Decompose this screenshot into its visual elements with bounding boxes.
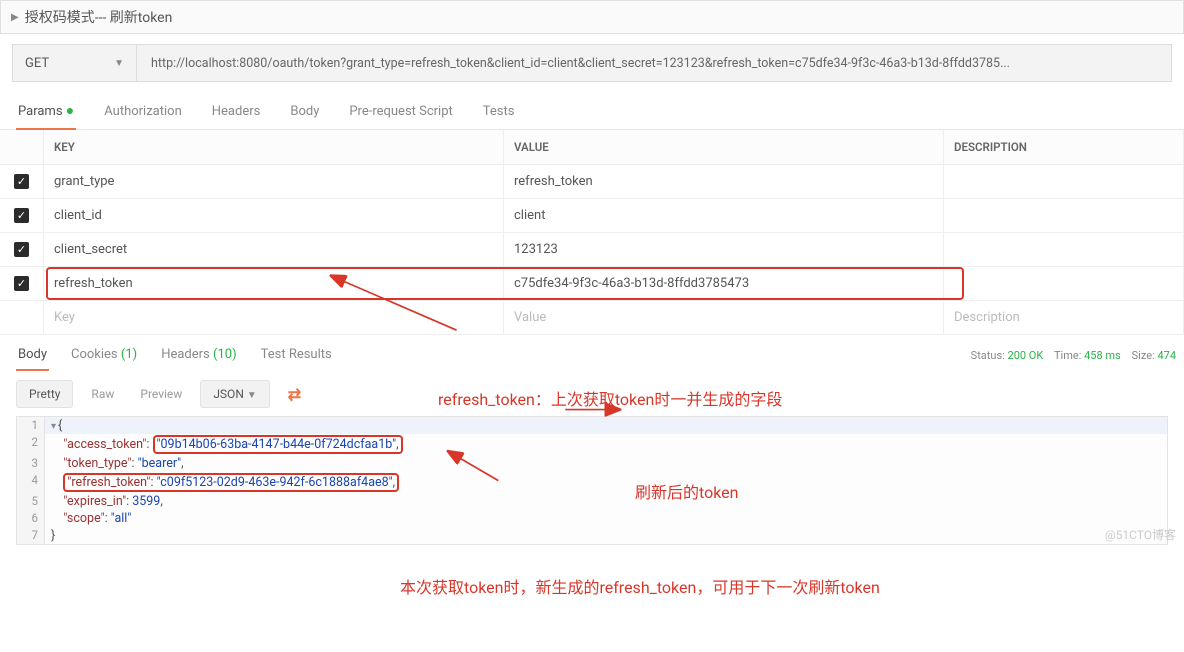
param-desc[interactable] [944,199,1184,232]
param-checkbox[interactable]: ✓ [14,208,29,223]
request-title: 授权码模式--- 刷新token [25,7,173,27]
col-key: KEY [44,130,504,164]
param-key[interactable]: grant_type [44,165,504,198]
response-tabs: Body Cookies (1) Headers (10) Test Resul… [16,341,334,370]
tab-tests[interactable]: Tests [481,96,517,129]
params-header-row: KEY VALUE DESCRIPTION [0,130,1184,165]
col-value: VALUE [504,130,944,164]
request-tabs: Params ● Authorization Headers Body Pre-… [0,96,1184,130]
status-text: Status: 200 OK Time: 458 ms Size: 474 [971,349,1176,362]
wrap-lines-icon[interactable]: ⇄ [280,381,309,408]
param-row[interactable]: ✓ client_idclient [0,199,1184,233]
tab-prerequest[interactable]: Pre-request Script [347,96,454,129]
watermark: @51CTO博客 [1105,526,1176,543]
param-row[interactable]: ✓ client_secret123123 [0,233,1184,267]
url-text: http://localhost:8080/oauth/token?grant_… [151,56,1010,71]
unsaved-dot-icon: ● [66,103,74,119]
tab-headers[interactable]: Headers [210,96,263,129]
tab-params[interactable]: Params ● [16,96,76,129]
tab-authorization[interactable]: Authorization [102,96,184,129]
view-preview-button[interactable]: Preview [132,381,190,407]
chevron-down-icon: ▼ [247,390,257,401]
param-value[interactable]: 123123 [504,233,944,266]
collapse-toggle-icon[interactable]: ▶ [11,12,19,23]
new-desc-input[interactable]: Description [944,301,1184,334]
chevron-down-icon: ▼ [114,58,124,69]
param-value[interactable]: c75dfe34-9f3c-46a3-b13d-8ffdd3785473 [504,267,944,300]
rtab-headers[interactable]: Headers (10) [159,341,238,370]
params-new-row[interactable]: Key Value Description [0,301,1184,335]
rtab-testresults[interactable]: Test Results [259,341,334,370]
param-desc[interactable] [944,267,1184,300]
http-method-dropdown[interactable]: GET ▼ [12,44,137,82]
annotation-1: refresh_token：上次获取token时一并生成的字段 [438,386,782,410]
param-row[interactable]: ✓ refresh_tokenc75dfe34-9f3c-46a3-b13d-8f… [0,267,1184,301]
request-title-bar[interactable]: ▶ 授权码模式--- 刷新token [0,0,1184,34]
json-response-viewer[interactable]: 1▾{ 2 "access_token": "09b14b06-63ba-414… [16,416,1168,545]
annotation-3: 本次获取token时，新生成的refresh_token，可用于下一次刷新tok… [400,574,880,598]
rtab-body[interactable]: Body [16,341,49,370]
url-input[interactable]: http://localhost:8080/oauth/token?grant_… [137,44,1172,82]
col-desc: DESCRIPTION [944,130,1184,164]
response-summary-row: Body Cookies (1) Headers (10) Test Resul… [0,341,1184,370]
tab-body[interactable]: Body [288,96,321,129]
param-desc[interactable] [944,233,1184,266]
param-key[interactable]: client_id [44,199,504,232]
view-pretty-button[interactable]: Pretty [16,380,73,408]
url-row: GET ▼ http://localhost:8080/oauth/token?… [12,44,1172,82]
new-value-input[interactable]: Value [504,301,944,334]
param-key[interactable]: client_secret [44,233,504,266]
param-checkbox[interactable]: ✓ [14,174,29,189]
param-row[interactable]: ✓ grant_typerefresh_token [0,165,1184,199]
http-method-value: GET [25,56,49,71]
format-dropdown[interactable]: JSON ▼ [200,380,269,408]
rtab-cookies[interactable]: Cookies (1) [69,341,139,370]
param-key[interactable]: refresh_token [44,267,504,300]
annotation-2: 刷新后的token [635,479,738,503]
param-desc[interactable] [944,165,1184,198]
param-value[interactable]: client [504,199,944,232]
param-value[interactable]: refresh_token [504,165,944,198]
view-raw-button[interactable]: Raw [83,381,122,407]
param-checkbox[interactable]: ✓ [14,242,29,257]
new-key-input[interactable]: Key [44,301,504,334]
param-checkbox[interactable]: ✓ [14,276,29,291]
